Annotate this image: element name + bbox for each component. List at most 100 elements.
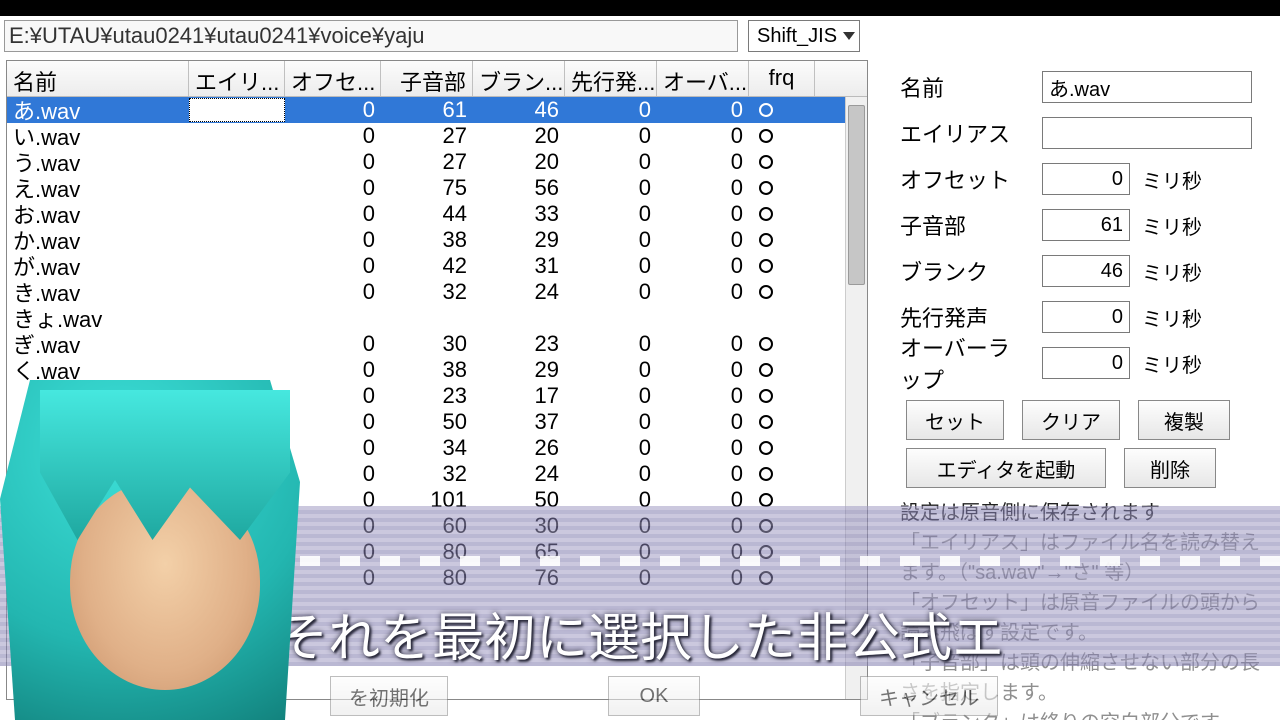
col-alias[interactable]: エイリ... <box>189 61 285 96</box>
dup-button[interactable]: 複製 <box>1138 400 1230 440</box>
encoding-select[interactable]: Shift_JIS <box>748 20 860 52</box>
cell: 80 <box>381 539 473 565</box>
cell: 0 <box>657 487 749 513</box>
cell: 30 <box>381 331 473 357</box>
cell: 31 <box>473 253 565 279</box>
lbl-pre: 先行発声 <box>900 301 1030 333</box>
frq-circle-icon <box>759 207 773 221</box>
lbl-blank: ブランク <box>900 255 1030 287</box>
table-row[interactable]: 01015000 <box>7 487 867 513</box>
ok-button[interactable]: OK <box>608 676 700 716</box>
table-row[interactable]: 0807600 <box>7 565 867 591</box>
cancel-button[interactable]: キャンセル <box>860 676 998 716</box>
cell: 0 <box>657 461 749 487</box>
frq-circle-icon <box>759 259 773 273</box>
cell: く.wav <box>7 354 189 386</box>
clear-button[interactable]: クリア <box>1022 400 1120 440</box>
cell: 0 <box>285 383 381 409</box>
cell: 0 <box>565 461 657 487</box>
frq-circle-icon <box>759 129 773 143</box>
cell: 0 <box>565 175 657 201</box>
table-row[interactable]: 0806500 <box>7 539 867 565</box>
col-pre[interactable]: 先行発... <box>565 61 657 96</box>
cell: 0 <box>285 565 381 591</box>
oto-table[interactable]: 名前 エイリ... オフセ... 子音部 ブラン... 先行発... オーバ..… <box>6 60 868 700</box>
cell <box>749 279 815 305</box>
lbl-over: オーバーラップ <box>900 331 1030 395</box>
table-row[interactable]: 0603000 <box>7 513 867 539</box>
input-name[interactable] <box>1042 71 1252 103</box>
cell: 61 <box>381 97 473 123</box>
voice-path: E:¥UTAU¥utau0241¥utau0241¥voice¥yaju <box>4 20 738 52</box>
table-row[interactable]: 0231700 <box>7 383 867 409</box>
cell: 0 <box>657 383 749 409</box>
frq-circle-icon <box>759 363 773 377</box>
cell: 0 <box>565 149 657 175</box>
cell: 29 <box>473 227 565 253</box>
lbl-alias: エイリアス <box>900 117 1030 149</box>
cell: 60 <box>381 513 473 539</box>
table-row[interactable]: く.wav0382900 <box>7 357 867 383</box>
cell: 32 <box>381 279 473 305</box>
table-row[interactable]: 0503700 <box>7 409 867 435</box>
table-scrollbar[interactable] <box>845 97 867 699</box>
cell: 56 <box>473 175 565 201</box>
table-row[interactable]: 0322400 <box>7 461 867 487</box>
cell <box>749 253 815 279</box>
frq-circle-icon <box>759 337 773 351</box>
cell: 0 <box>657 513 749 539</box>
col-over[interactable]: オーバ... <box>657 61 749 96</box>
cell <box>749 565 815 591</box>
cell: 0 <box>285 149 381 175</box>
cell: 76 <box>473 565 565 591</box>
cell: 0 <box>657 331 749 357</box>
chevron-down-icon <box>843 32 855 40</box>
input-alias[interactable] <box>1042 117 1252 149</box>
cell <box>749 357 815 383</box>
cell: 0 <box>565 539 657 565</box>
cell: 0 <box>285 123 381 149</box>
col-cons[interactable]: 子音部 <box>381 61 473 96</box>
cell <box>749 539 815 565</box>
cell: 0 <box>285 175 381 201</box>
input-blank[interactable] <box>1042 255 1130 287</box>
lbl-name: 名前 <box>900 71 1030 103</box>
cell: 33 <box>473 201 565 227</box>
frq-circle-icon <box>759 571 773 585</box>
cell: 0 <box>285 201 381 227</box>
cell: 0 <box>565 383 657 409</box>
cell <box>749 123 815 149</box>
launch-editor-button[interactable]: エディタを起動 <box>906 448 1106 488</box>
cell: 46 <box>473 97 565 123</box>
cell: 24 <box>473 279 565 305</box>
cell: 0 <box>285 253 381 279</box>
cell: 0 <box>657 409 749 435</box>
cell: 0 <box>657 253 749 279</box>
set-button[interactable]: セット <box>906 400 1004 440</box>
input-pre[interactable] <box>1042 301 1130 333</box>
col-name[interactable]: 名前 <box>7 61 189 96</box>
cell: 26 <box>473 435 565 461</box>
input-offset[interactable] <box>1042 163 1130 195</box>
encoding-value: Shift_JIS <box>757 25 837 48</box>
table-row[interactable]: 0342600 <box>7 435 867 461</box>
cell <box>749 513 815 539</box>
scrollbar-thumb[interactable] <box>848 105 865 285</box>
cell: 0 <box>657 539 749 565</box>
cell: 0 <box>285 435 381 461</box>
col-frq[interactable]: frq <box>749 61 815 96</box>
frq-circle-icon <box>759 467 773 481</box>
cell <box>749 487 815 513</box>
frq-circle-icon <box>759 181 773 195</box>
init-button[interactable]: を初期化 <box>330 676 448 716</box>
input-cons[interactable] <box>1042 209 1130 241</box>
cell: 0 <box>657 123 749 149</box>
input-over[interactable] <box>1042 347 1130 379</box>
col-offset[interactable]: オフセ... <box>285 61 381 96</box>
col-blank[interactable]: ブラン... <box>473 61 565 96</box>
cell: 38 <box>381 357 473 383</box>
cell: 0 <box>285 487 381 513</box>
cell: 0 <box>285 331 381 357</box>
delete-button[interactable]: 削除 <box>1124 448 1216 488</box>
cell <box>749 201 815 227</box>
